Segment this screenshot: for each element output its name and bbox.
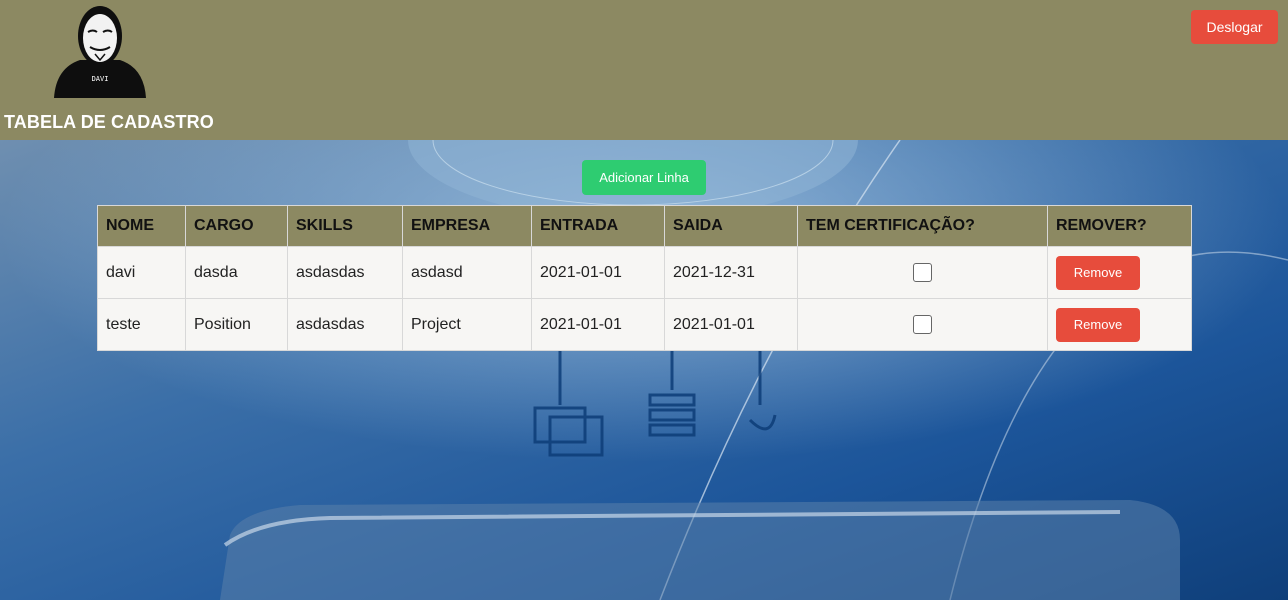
cell-entrada[interactable]: 2021-01-01 [531,246,665,299]
column-header-nome: NOME [97,205,186,247]
cell-certificacao [797,298,1048,351]
cell-empresa[interactable]: Project [402,298,532,351]
column-header-remover: REMOVER? [1047,205,1192,247]
svg-text:DAVI: DAVI [92,75,109,83]
cell-cargo[interactable]: dasda [185,246,288,299]
column-header-saida: SAIDA [664,205,798,247]
cell-entrada[interactable]: 2021-01-01 [531,298,665,351]
cell-cargo[interactable]: Position [185,298,288,351]
certification-checkbox[interactable] [913,315,932,334]
cell-saida[interactable]: 2021-12-31 [664,246,798,299]
cell-remover: Remove [1047,246,1192,299]
column-header-certificacao: TEM CERTIFICAÇÃO? [797,205,1048,247]
cell-nome[interactable]: teste [97,298,186,351]
certification-checkbox[interactable] [913,263,932,282]
cell-empresa[interactable]: asdasd [402,246,532,299]
page-title: TABELA DE CADASTRO [4,112,214,132]
avatar-icon: DAVI [54,6,146,98]
cell-remover: Remove [1047,298,1192,351]
cell-skills[interactable]: asdasdas [287,298,403,351]
cell-certificacao [797,246,1048,299]
add-row-button[interactable]: Adicionar Linha [582,160,706,195]
table-row: davi dasda asdasdas asdasd 2021-01-01 20… [97,246,1192,299]
remove-row-button[interactable]: Remove [1056,255,1140,290]
header-bar: DAVI TABELA DE CADASTRO Deslogar [0,0,1288,140]
column-header-skills: SKILLS [287,205,403,247]
remove-row-button[interactable]: Remove [1056,307,1140,342]
column-header-empresa: EMPRESA [402,205,532,247]
cell-saida[interactable]: 2021-01-01 [664,298,798,351]
registration-table: NOME CARGO SKILLS EMPRESA ENTRADA SAIDA … [97,205,1192,351]
table-header-row: NOME CARGO SKILLS EMPRESA ENTRADA SAIDA … [97,205,1192,247]
logout-button[interactable]: Deslogar [1191,10,1278,44]
table-row: teste Position asdasdas Project 2021-01-… [97,298,1192,351]
cell-skills[interactable]: asdasdas [287,246,403,299]
column-header-cargo: CARGO [185,205,288,247]
cell-nome[interactable]: davi [97,246,186,299]
column-header-entrada: ENTRADA [531,205,665,247]
